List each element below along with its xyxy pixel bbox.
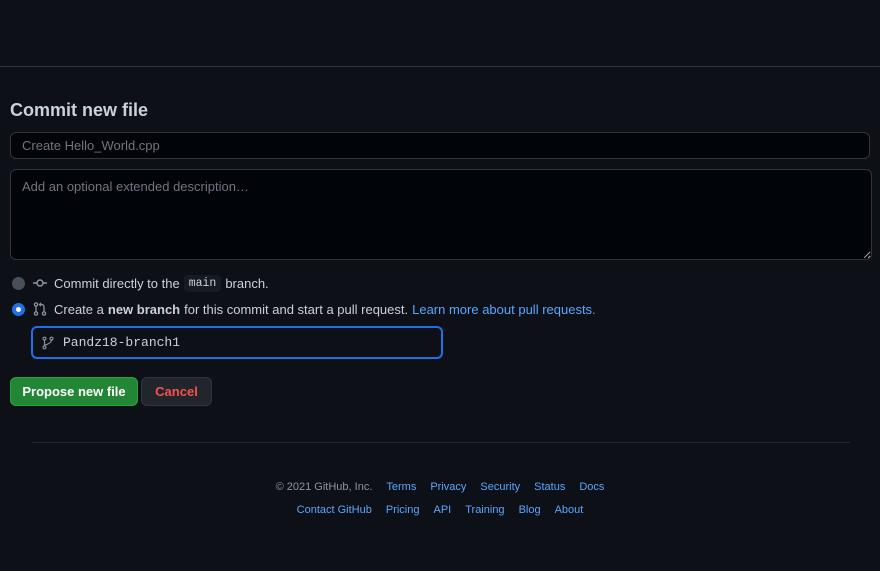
- new-branch-suffix: for this commit and start a pull request…: [184, 301, 409, 317]
- top-header-bar: [0, 0, 880, 67]
- commit-direct-radio[interactable]: [12, 276, 25, 290]
- footer-link-api[interactable]: API: [433, 504, 451, 516]
- branch-name-input[interactable]: [61, 334, 405, 351]
- new-branch-radio[interactable]: [12, 302, 25, 316]
- footer-link-terms[interactable]: Terms: [386, 481, 416, 493]
- new-branch-bold: new branch: [107, 301, 181, 317]
- learn-more-pull-requests-link[interactable]: Learn more about pull requests.: [412, 302, 596, 317]
- footer-row-2: Contact GitHub Pricing API Training Blog…: [0, 504, 880, 516]
- footer-link-privacy[interactable]: Privacy: [430, 481, 466, 493]
- git-commit-icon: [32, 275, 48, 291]
- footer-link-about[interactable]: About: [555, 504, 584, 516]
- git-branch-icon: [41, 336, 55, 350]
- footer-link-pricing[interactable]: Pricing: [386, 504, 420, 516]
- commit-direct-option[interactable]: Commit directly to the main branch.: [10, 273, 269, 293]
- footer-row-1: © 2021 GitHub, Inc. Terms Privacy Securi…: [0, 481, 880, 493]
- branch-code-label: main: [183, 274, 222, 292]
- footer-link-docs[interactable]: Docs: [579, 481, 604, 493]
- commit-description-textarea[interactable]: [10, 169, 872, 260]
- new-branch-option[interactable]: Create a new branch for this commit and …: [10, 299, 596, 319]
- propose-new-file-button[interactable]: Propose new file: [10, 377, 138, 406]
- commit-direct-prefix: Commit directly to the: [54, 275, 180, 291]
- footer-link-contact[interactable]: Contact GitHub: [297, 504, 372, 516]
- cancel-button[interactable]: Cancel: [141, 377, 212, 406]
- footer-link-security[interactable]: Security: [480, 481, 520, 493]
- branch-name-field[interactable]: [31, 326, 443, 359]
- footer-copyright: © 2021 GitHub, Inc.: [275, 481, 373, 493]
- git-pull-request-icon: [32, 301, 48, 317]
- footer-divider: [32, 442, 850, 443]
- footer-link-blog[interactable]: Blog: [519, 504, 541, 516]
- commit-summary-input[interactable]: [10, 132, 870, 159]
- footer-link-status[interactable]: Status: [534, 481, 565, 493]
- commit-direct-suffix: branch.: [225, 275, 269, 291]
- footer-link-training[interactable]: Training: [465, 504, 504, 516]
- page-title: Commit new file: [10, 100, 149, 120]
- new-branch-prefix: Create a: [54, 301, 104, 317]
